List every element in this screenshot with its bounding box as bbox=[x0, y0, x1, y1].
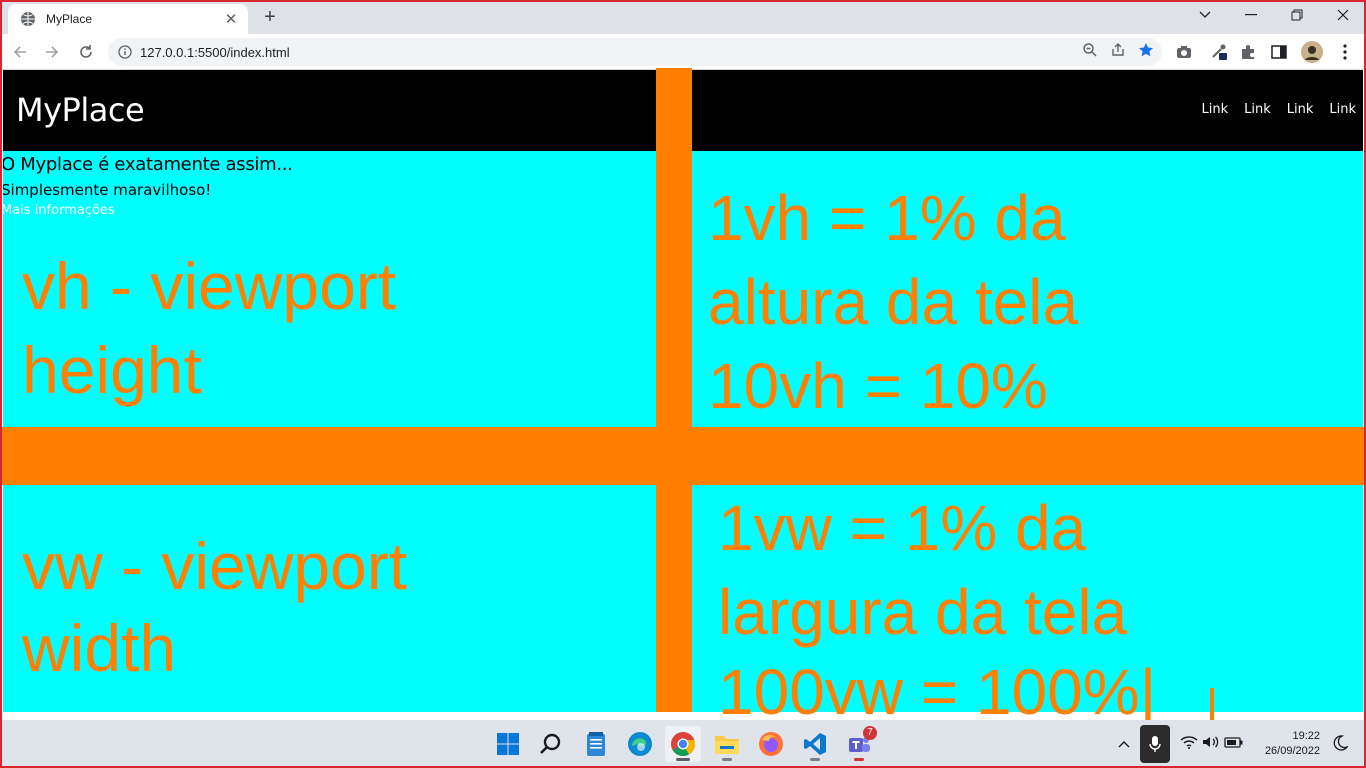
browser-titlebar: MyPlace ✕ + bbox=[0, 0, 1366, 34]
annotation-horizontal-divider bbox=[0, 427, 1366, 485]
annotation-vw-title-line1: vw - viewport bbox=[22, 529, 408, 603]
taskbar-clock[interactable]: 19:22 26/09/2022 bbox=[1265, 729, 1320, 759]
tab-title: MyPlace bbox=[46, 12, 93, 26]
chrome-icon[interactable] bbox=[665, 726, 701, 762]
volume-icon[interactable] bbox=[1202, 735, 1224, 754]
globe-icon bbox=[21, 12, 35, 26]
wifi-icon[interactable] bbox=[1180, 735, 1202, 754]
hero-subtitle: Simplesmente maravilhoso! bbox=[3, 181, 212, 199]
annotation-vw-desc-line1: 1vw = 1% da bbox=[718, 492, 1087, 564]
clock-time: 19:22 bbox=[1292, 730, 1320, 742]
extension-eyedropper-icon[interactable] bbox=[1208, 41, 1230, 63]
browser-toolbar: 127.0.0.1:5500/index.html bbox=[0, 34, 1366, 70]
extensions-puzzle-icon[interactable] bbox=[1237, 41, 1259, 63]
forward-arrow-icon[interactable] bbox=[40, 40, 64, 64]
back-arrow-icon[interactable] bbox=[8, 40, 32, 64]
close-window-icon[interactable] bbox=[1320, 0, 1366, 30]
camera-icon[interactable] bbox=[1173, 41, 1195, 63]
more-info-link[interactable]: Mais informações bbox=[3, 203, 115, 218]
menu-kebab-icon[interactable] bbox=[1334, 41, 1356, 63]
annotation-vh-desc-line2: altura da tela bbox=[708, 266, 1079, 338]
zoom-icon[interactable] bbox=[1082, 42, 1098, 58]
file-explorer-icon[interactable] bbox=[709, 726, 745, 762]
new-tab-button[interactable]: + bbox=[258, 6, 282, 28]
site-info-icon[interactable] bbox=[118, 45, 132, 59]
reload-icon[interactable] bbox=[74, 40, 98, 64]
annotation-vh-desc-line3: 10vh = 10% bbox=[708, 350, 1048, 422]
vscode-icon[interactable] bbox=[797, 726, 833, 762]
restore-icon[interactable] bbox=[1274, 0, 1320, 30]
nav-link-2[interactable]: Link bbox=[1244, 102, 1271, 117]
teams-notification-badge: 7 bbox=[863, 726, 877, 740]
profile-avatar[interactable] bbox=[1301, 41, 1323, 63]
address-bar[interactable]: 127.0.0.1:5500/index.html bbox=[108, 38, 1162, 66]
clock-date: 26/09/2022 bbox=[1264, 745, 1320, 757]
nav-link-1[interactable]: Link bbox=[1202, 102, 1229, 117]
annotation-vh-title-line1: vh - viewport bbox=[22, 249, 397, 323]
url-text: 127.0.0.1:5500/index.html bbox=[140, 44, 290, 60]
tab-close-icon[interactable]: ✕ bbox=[222, 10, 240, 28]
browser-tab[interactable]: MyPlace ✕ bbox=[8, 4, 248, 34]
chevron-up-icon[interactable] bbox=[1114, 735, 1134, 753]
search-icon[interactable] bbox=[533, 726, 569, 762]
nav-links: Link Link Link Link bbox=[1202, 102, 1357, 117]
annotation-vw-desc-line2: largura da tela bbox=[718, 576, 1128, 648]
battery-icon[interactable] bbox=[1224, 735, 1248, 753]
brand-logo[interactable]: MyPlace bbox=[16, 91, 145, 129]
side-panel-icon[interactable] bbox=[1268, 41, 1290, 63]
bookmark-star-icon[interactable] bbox=[1138, 42, 1154, 58]
hero-title: O Myplace é exatamente assim... bbox=[3, 154, 293, 175]
microphone-icon[interactable] bbox=[1140, 725, 1170, 763]
teams-icon[interactable]: 7 bbox=[841, 726, 877, 762]
notepad-icon[interactable] bbox=[578, 726, 614, 762]
minimize-icon[interactable] bbox=[1228, 0, 1274, 30]
start-icon[interactable] bbox=[490, 726, 526, 762]
annotation-vertical-divider bbox=[656, 68, 692, 712]
focus-moon-icon[interactable] bbox=[1332, 735, 1349, 756]
nav-link-4[interactable]: Link bbox=[1329, 102, 1356, 117]
windows-taskbar: 7 19:22 26/09/2022 bbox=[0, 720, 1366, 768]
annotation-vh-desc-line1: 1vh = 1% da bbox=[708, 182, 1066, 254]
annotation-vh-title-line2: height bbox=[22, 333, 202, 407]
annotation-vw-title-line2: width bbox=[22, 611, 177, 685]
tab-search-chevron-down-icon[interactable] bbox=[1182, 0, 1228, 30]
edge-icon[interactable] bbox=[622, 726, 658, 762]
firefox-icon[interactable] bbox=[753, 726, 789, 762]
nav-link-3[interactable]: Link bbox=[1287, 102, 1314, 117]
system-tray bbox=[1114, 720, 1248, 768]
share-icon[interactable] bbox=[1110, 42, 1126, 58]
